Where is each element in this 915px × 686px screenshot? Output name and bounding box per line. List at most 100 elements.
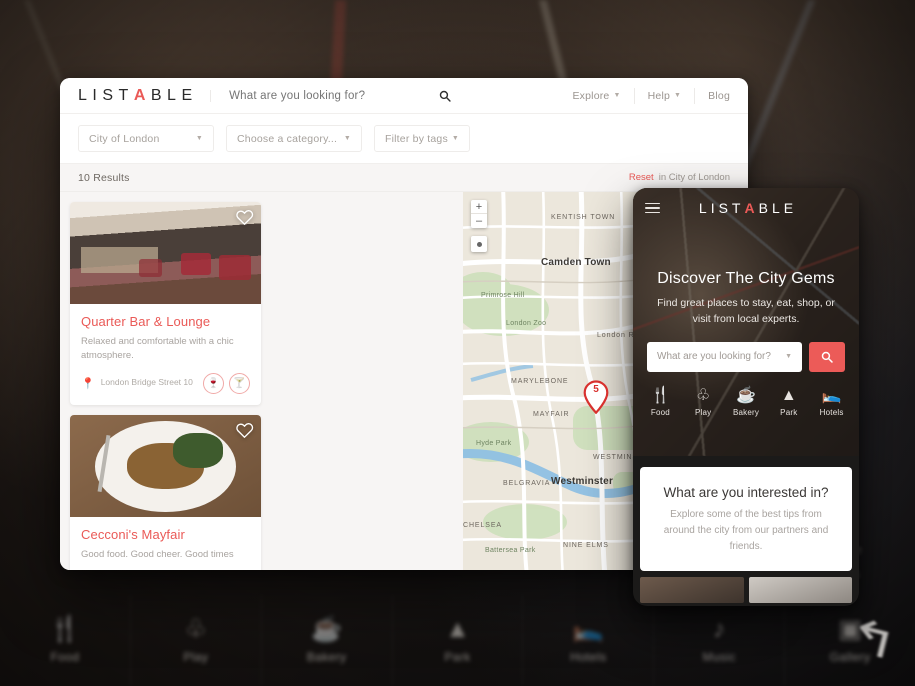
mobile-interest-panel: What are you interested in? Explore some… xyxy=(640,467,852,571)
listing-image-bar-lounge-interior[interactable] xyxy=(70,202,261,304)
listing-address: London Bridge Street 10 xyxy=(100,377,193,388)
zoom-out-button[interactable]: – xyxy=(471,214,487,228)
mobile-category-label: Bakery xyxy=(732,407,760,417)
chevron-down-icon: ▼ xyxy=(674,92,682,99)
chevron-down-icon: ▼ xyxy=(195,135,203,142)
mobile-search-button[interactable] xyxy=(809,341,845,372)
mobile-search-row: What are you looking for? ▼ xyxy=(633,328,859,372)
mobile-panel-text: Explore some of the best tips from aroun… xyxy=(663,509,829,552)
main-navigation: Explore ▼ Help ▼ Blog xyxy=(559,87,730,104)
background-category-strip: 🍴 Food ♧ Play ☕ Bakery ▲ Park 🛌 Hotels ♪… xyxy=(0,594,915,686)
background-category-label: Bakery xyxy=(306,649,347,664)
mobile-search-input[interactable]: What are you looking for? ▼ xyxy=(647,341,802,372)
hamburger-menu-icon[interactable] xyxy=(645,200,660,217)
nav-label: Blog xyxy=(708,89,730,102)
mobile-category-park[interactable]: ▲ Park xyxy=(767,386,810,417)
search-icon xyxy=(439,90,451,102)
listing-grid[interactable]: Quarter Bar & Lounge Relaxed and comfort… xyxy=(60,192,463,570)
mobile-category-label: Food xyxy=(650,407,670,417)
listing-card-body: Quarter Bar & Lounge Relaxed and comfort… xyxy=(70,304,261,405)
mobile-panel-title: What are you interested in? xyxy=(663,485,829,500)
results-context: Reset in City of London xyxy=(629,172,730,183)
bed-icon: 🛌 xyxy=(572,614,604,643)
mobile-category-label: Park xyxy=(780,407,798,417)
zoom-in-button[interactable]: + xyxy=(471,200,487,214)
listing-card[interactable]: Quarter Bar & Lounge Relaxed and comfort… xyxy=(70,202,261,405)
category-filter-select[interactable]: Choose a category... ▼ xyxy=(226,125,362,152)
logo-letter: T xyxy=(118,86,129,104)
chevron-down-icon: ▼ xyxy=(343,135,351,142)
logo-letter: T xyxy=(731,200,741,216)
logo-letter: B xyxy=(150,86,162,104)
filter-bar: City of London ▼ Choose a category... ▼ … xyxy=(60,114,748,164)
cards-icon: ♧ xyxy=(184,614,207,643)
listing-description: Good food. Good cheer. Good times xyxy=(81,548,234,560)
mobile-category-row: 🍴 Food ♧ Play ☕ Bakery ▲ Park 🛌 Hotels xyxy=(633,386,859,417)
logo-letter: L xyxy=(771,200,780,216)
cutlery-icon: 🍴 xyxy=(49,614,81,643)
logo-letter: E xyxy=(783,200,794,216)
tags-filter-select[interactable]: Filter by tags ▼ xyxy=(374,125,470,152)
tree-icon: ▲ xyxy=(445,614,470,643)
locate-dot-icon xyxy=(476,241,482,247)
mobile-logo[interactable]: L I S T A B L E xyxy=(660,200,832,216)
map-marker-cluster[interactable]: 5 xyxy=(583,380,609,415)
mobile-thumbnail[interactable] xyxy=(640,577,744,603)
cocktail-icon[interactable]: 🍸 xyxy=(229,372,250,394)
mobile-search-placeholder: What are you looking for? xyxy=(657,351,771,363)
logo-letter: L xyxy=(698,200,707,216)
mobile-category-play[interactable]: ♧ Play xyxy=(682,386,725,417)
nav-item-blog[interactable]: Blog xyxy=(695,88,730,104)
tree-icon: ▲ xyxy=(780,386,797,404)
bottle-icon[interactable]: 🍷 xyxy=(203,372,224,394)
locate-me-button[interactable] xyxy=(471,236,487,252)
search-input[interactable] xyxy=(229,89,430,102)
reset-filters-link[interactable]: Reset xyxy=(629,172,654,183)
listing-title[interactable]: Quarter Bar & Lounge xyxy=(81,314,250,329)
chevron-down-icon: ▼ xyxy=(451,135,459,142)
nav-item-help[interactable]: Help ▼ xyxy=(635,87,696,104)
logo-letter-accent: A xyxy=(133,86,146,104)
mobile-category-hotels[interactable]: 🛌 Hotels xyxy=(810,387,853,417)
background-category-park: ▲ Park xyxy=(393,594,524,686)
logo-letter: L xyxy=(167,86,176,104)
cutlery-icon: 🍴 xyxy=(650,386,671,404)
mobile-category-food[interactable]: 🍴 Food xyxy=(639,386,682,417)
mobile-category-bakery[interactable]: ☕ Bakery xyxy=(725,386,768,417)
mobile-thumbnail-row xyxy=(633,571,859,603)
logo-letter: E xyxy=(181,86,193,104)
background-category-bakery: ☕ Bakery xyxy=(262,594,393,686)
results-count: 10 Results xyxy=(78,171,130,184)
nav-label: Explore xyxy=(572,89,610,102)
cupcake-icon: ☕ xyxy=(736,386,756,404)
listing-card-body: Cecconi's Mayfair Good food. Good cheer.… xyxy=(70,517,261,571)
map-zoom-controls[interactable]: + – xyxy=(471,200,487,228)
mobile-thumbnail[interactable] xyxy=(748,577,852,603)
cupcake-icon: ☕ xyxy=(311,614,343,643)
site-header: L I S T A B L E Explore ▼ Help xyxy=(60,78,748,114)
search-button[interactable] xyxy=(439,90,451,102)
mobile-hero: L I S T A B L E Discover The City Gems F… xyxy=(633,188,859,456)
background-category-label: Park xyxy=(444,649,471,664)
background-category-label: Hotels xyxy=(570,649,607,664)
mobile-topbar: L I S T A B L E xyxy=(633,188,859,228)
cards-icon: ♧ xyxy=(696,386,711,404)
nav-item-explore[interactable]: Explore ▼ xyxy=(559,87,635,104)
results-location-label: in City of London xyxy=(658,172,730,183)
listing-card[interactable]: Cecconi's Mayfair Good food. Good cheer.… xyxy=(70,414,261,571)
listing-image-plated-food-dish[interactable] xyxy=(70,414,261,517)
favorite-heart-icon[interactable] xyxy=(235,421,254,440)
mobile-phone-mockup: L I S T A B L E Discover The City Gems F… xyxy=(633,188,859,606)
background-category-hotels: 🛌 Hotels xyxy=(523,594,655,686)
mobile-hero-title: Discover The City Gems xyxy=(657,270,835,287)
logo-letter: B xyxy=(758,200,768,216)
background-category-label: Food xyxy=(50,649,80,664)
favorite-heart-icon[interactable] xyxy=(235,208,254,227)
site-logo[interactable]: L I S T A B L E xyxy=(78,87,192,105)
background-category-label: Play xyxy=(183,649,209,664)
header-search xyxy=(210,89,559,102)
logo-letter: L xyxy=(78,86,87,104)
listing-title[interactable]: Cecconi's Mayfair xyxy=(81,527,250,542)
city-filter-select[interactable]: City of London ▼ xyxy=(78,125,214,152)
category-filter-value: Choose a category... xyxy=(237,132,338,145)
